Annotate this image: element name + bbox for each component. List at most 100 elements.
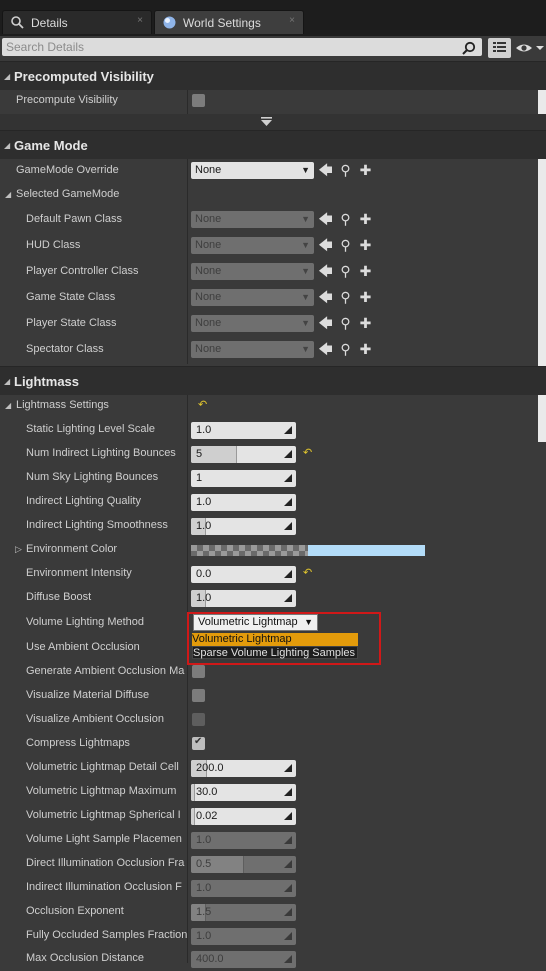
- volumetric-lightmap-detail-cell-field[interactable]: 200.0: [191, 760, 296, 777]
- num-sky-lighting-bounces-field[interactable]: 1: [191, 470, 296, 487]
- subcategory-lightmass-settings[interactable]: ◢ Lightmass Settings ↶: [0, 394, 546, 418]
- add-plus-icon[interactable]: ✚: [358, 162, 373, 179]
- subcategory-selected-gamemode[interactable]: ◢ Selected GameMode: [0, 183, 546, 207]
- use-selected-arrow-icon[interactable]: 🡄: [318, 237, 333, 254]
- search-icon[interactable]: [462, 41, 476, 55]
- volume-lighting-method-dropdown[interactable]: Volumetric Lightmap ▼: [193, 614, 318, 631]
- dropdown-arrow-icon: ▼: [301, 240, 310, 250]
- volumetric-lightmap-maximum-field[interactable]: 30.0: [191, 784, 296, 801]
- precompute-visibility-checkbox[interactable]: [192, 94, 205, 107]
- number-value: 0.02: [196, 810, 218, 822]
- eye-icon: [516, 44, 544, 52]
- browse-search-icon[interactable]: ⚲: [338, 289, 353, 306]
- collapsed-arrow-icon[interactable]: ▷: [15, 544, 22, 555]
- use-selected-arrow-icon[interactable]: 🡄: [318, 162, 333, 179]
- player-state-class-dropdown[interactable]: None ▼: [191, 315, 314, 332]
- visualize-ambient-occlusion-checkbox[interactable]: [192, 713, 205, 726]
- tab-world-settings-label: World Settings: [183, 16, 261, 30]
- reset-to-default-icon[interactable]: ↶: [303, 566, 312, 579]
- property-label: Spectator Class: [26, 343, 104, 355]
- tab-bar: Details × World Settings ×: [0, 0, 546, 36]
- add-plus-icon[interactable]: ✚: [358, 341, 373, 358]
- list-view-icon: [493, 42, 506, 52]
- gamemode-override-dropdown[interactable]: None ▼: [191, 162, 314, 179]
- environment-intensity-field[interactable]: 0.0: [191, 566, 296, 583]
- add-plus-icon[interactable]: ✚: [358, 315, 373, 332]
- use-selected-arrow-icon[interactable]: 🡄: [318, 211, 333, 228]
- close-icon[interactable]: ×: [137, 15, 143, 26]
- property-label: Indirect Illumination Occlusion F: [26, 881, 182, 893]
- add-plus-icon[interactable]: ✚: [358, 211, 373, 228]
- default-pawn-class-dropdown[interactable]: None ▼: [191, 211, 314, 228]
- hud-class-dropdown[interactable]: None ▼: [191, 237, 314, 254]
- close-icon[interactable]: ×: [289, 15, 295, 26]
- advanced-expander[interactable]: [0, 114, 546, 130]
- tab-world-settings[interactable]: World Settings ×: [154, 10, 304, 34]
- browse-search-icon[interactable]: ⚲: [338, 162, 353, 179]
- spectator-class-dropdown[interactable]: None ▼: [191, 341, 314, 358]
- generate-ambient-occlusion-checkbox[interactable]: [192, 665, 205, 678]
- category-game-mode[interactable]: ◢ Game Mode: [0, 130, 546, 159]
- property-row: Occlusion Exponent 1.5: [0, 900, 546, 924]
- visibility-filter-button[interactable]: [514, 40, 546, 56]
- dropdown-value: Volumetric Lightmap: [198, 616, 298, 628]
- static-lighting-level-scale-field[interactable]: 1.0: [191, 422, 296, 439]
- tab-details[interactable]: Details ×: [2, 10, 152, 34]
- dropdown-option-volumetric-lightmap[interactable]: Volumetric Lightmap: [192, 633, 358, 646]
- property-row: Indirect Lighting Smoothness 1.0: [0, 514, 546, 538]
- dropdown-option-sparse-volume-lighting-samples[interactable]: Sparse Volume Lighting Samples: [192, 646, 358, 659]
- add-plus-icon[interactable]: ✚: [358, 263, 373, 280]
- num-indirect-lighting-bounces-field[interactable]: 5: [191, 446, 296, 463]
- use-selected-arrow-icon[interactable]: 🡄: [318, 289, 333, 306]
- tab-details-label: Details: [31, 16, 68, 30]
- game-state-class-dropdown[interactable]: None ▼: [191, 289, 314, 306]
- use-selected-arrow-icon[interactable]: 🡄: [318, 315, 333, 332]
- property-label: Direct Illumination Occlusion Fra: [26, 857, 185, 869]
- browse-search-icon[interactable]: ⚲: [338, 211, 353, 228]
- category-lightmass[interactable]: ◢ Lightmass: [0, 366, 546, 395]
- category-title: Lightmass: [14, 374, 80, 389]
- indirect-lighting-smoothness-field[interactable]: 1.0: [191, 518, 296, 535]
- compress-lightmaps-checkbox[interactable]: [192, 736, 205, 750]
- property-row: Volumetric Lightmap Spherical I 0.02: [0, 804, 546, 828]
- expanded-arrow-icon: ◢: [5, 190, 12, 199]
- chevron-down-icon: [261, 117, 272, 126]
- fully-occluded-samples-fraction-field[interactable]: 1.0: [191, 928, 296, 945]
- property-label: Compress Lightmaps: [26, 737, 130, 749]
- property-label: Fully Occluded Samples Fraction: [26, 929, 187, 941]
- diffuse-boost-field[interactable]: 1.0: [191, 590, 296, 607]
- browse-search-icon[interactable]: ⚲: [338, 315, 353, 332]
- dropdown-value: None: [195, 291, 222, 303]
- add-plus-icon[interactable]: ✚: [358, 289, 373, 306]
- number-value: 1: [196, 472, 203, 484]
- occlusion-exponent-field[interactable]: 1.5: [191, 904, 296, 921]
- browse-search-icon[interactable]: ⚲: [338, 341, 353, 358]
- dropdown-arrow-icon: ▼: [301, 165, 310, 175]
- volume-light-sample-placement-field[interactable]: 1.0: [191, 832, 296, 849]
- expanded-arrow-icon: ◢: [4, 72, 11, 81]
- direct-illumination-occlusion-field[interactable]: 0.5: [191, 856, 296, 873]
- browse-search-icon[interactable]: ⚲: [338, 237, 353, 254]
- indirect-illumination-occlusion-field[interactable]: 1.0: [191, 880, 296, 897]
- volumetric-lightmap-spherical-field[interactable]: 0.02: [191, 808, 296, 825]
- player-controller-class-dropdown[interactable]: None ▼: [191, 263, 314, 280]
- reset-to-default-icon[interactable]: ↶: [303, 446, 312, 459]
- resize-grip-icon: [284, 764, 292, 772]
- add-plus-icon[interactable]: ✚: [358, 237, 373, 254]
- use-selected-arrow-icon[interactable]: 🡄: [318, 263, 333, 280]
- max-occlusion-distance-field[interactable]: 400.0: [191, 951, 296, 968]
- search-input[interactable]: Search Details: [2, 38, 482, 56]
- category-precomputed-visibility[interactable]: ◢ Precomputed Visibility: [0, 61, 546, 90]
- indirect-lighting-quality-field[interactable]: 1.0: [191, 494, 296, 511]
- visualize-material-diffuse-checkbox[interactable]: [192, 689, 205, 702]
- use-selected-arrow-icon[interactable]: 🡄: [318, 341, 333, 358]
- browse-search-icon[interactable]: ⚲: [338, 263, 353, 280]
- reset-to-default-icon[interactable]: ↶: [198, 398, 207, 411]
- view-options-button[interactable]: [488, 38, 511, 58]
- environment-color-swatch[interactable]: [191, 545, 425, 556]
- dropdown-value: None: [195, 164, 222, 176]
- property-row: Indirect Lighting Quality 1.0: [0, 490, 546, 514]
- dropdown-arrow-icon: ▼: [301, 344, 310, 354]
- dropdown-value: None: [195, 239, 222, 251]
- property-label: Occlusion Exponent: [26, 905, 124, 917]
